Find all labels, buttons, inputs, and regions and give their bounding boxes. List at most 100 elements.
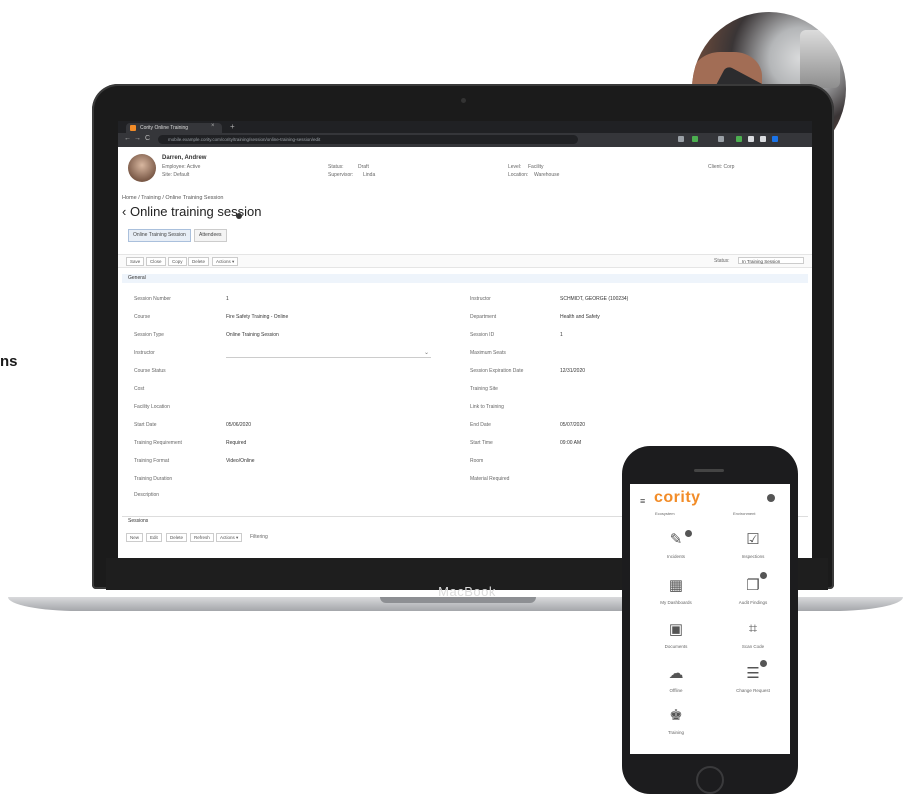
field-value[interactable]: Required bbox=[226, 440, 246, 446]
forward-icon[interactable]: → bbox=[134, 135, 141, 142]
field-label: Course Status bbox=[134, 368, 166, 374]
tile-label[interactable]: My Dashboards bbox=[651, 600, 701, 605]
avatar bbox=[128, 154, 156, 182]
field-label: Cost bbox=[134, 386, 145, 392]
webcam bbox=[461, 98, 466, 103]
instructor-select[interactable] bbox=[226, 349, 431, 358]
header-right1-label: Level: bbox=[508, 164, 522, 170]
edit-button[interactable]: Edit bbox=[146, 533, 162, 542]
field-value[interactable]: 12/31/2020 bbox=[560, 368, 585, 374]
new-tab-icon[interactable]: + bbox=[230, 122, 235, 131]
tile-label[interactable]: Audit Findings bbox=[728, 600, 778, 605]
delete-button[interactable]: Delete bbox=[188, 257, 210, 266]
tile-label[interactable]: Offline bbox=[651, 688, 701, 693]
filtering-label[interactable]: Filtering bbox=[250, 534, 268, 540]
field-label: Facility Location bbox=[134, 404, 170, 410]
extension-icon[interactable] bbox=[718, 136, 724, 142]
phone-speaker bbox=[694, 469, 724, 472]
extension-icon[interactable] bbox=[692, 136, 698, 142]
home-button[interactable] bbox=[696, 766, 724, 794]
tile-label[interactable]: Ecosystem bbox=[655, 511, 675, 516]
status-label: Status: bbox=[714, 258, 730, 264]
extension-icon[interactable] bbox=[772, 136, 778, 142]
extension-icon[interactable] bbox=[748, 136, 754, 142]
header-mid2-label: Supervisor: bbox=[328, 172, 354, 178]
status-select[interactable]: In Training Session bbox=[738, 257, 804, 264]
new-button[interactable]: New bbox=[126, 533, 144, 542]
save-button[interactable]: Save bbox=[126, 257, 145, 266]
field-label: Maximum Seats bbox=[470, 350, 506, 356]
field-value[interactable]: 09:00 AM bbox=[560, 440, 581, 446]
delete-button[interactable]: Delete bbox=[166, 533, 188, 542]
tab-online-training-session[interactable]: Online Training Session bbox=[128, 229, 191, 242]
field-label: Training Requirement bbox=[134, 440, 182, 446]
field-label: Description bbox=[134, 492, 160, 498]
chevron-down-icon[interactable]: ⌄ bbox=[424, 349, 429, 356]
close-button[interactable]: Close bbox=[146, 257, 166, 266]
actions-dropdown[interactable]: Actions ▾ bbox=[216, 533, 243, 542]
avatar[interactable] bbox=[767, 494, 775, 502]
tile-label[interactable]: Scan Code bbox=[728, 644, 778, 649]
laptop-base-notch bbox=[380, 597, 536, 603]
field-value[interactable]: SCHMIDT, GEORGE (100234) bbox=[560, 296, 628, 302]
header-far-right: Client: Corp bbox=[708, 164, 735, 170]
field-value[interactable]: 05/06/2020 bbox=[226, 422, 251, 428]
field-label: End Date bbox=[470, 422, 491, 428]
field-label: Instructor bbox=[134, 350, 155, 356]
field-value[interactable]: 1 bbox=[226, 296, 229, 302]
field-label: Department bbox=[470, 314, 497, 320]
section-general-header[interactable]: General bbox=[122, 274, 808, 283]
header-mid2-value: Linda bbox=[363, 172, 376, 178]
tile-label[interactable]: Training bbox=[651, 730, 701, 735]
field-value[interactable]: Video/Online bbox=[226, 458, 255, 464]
tile-label[interactable]: Documents bbox=[651, 644, 701, 649]
field-label: Link to Training bbox=[470, 404, 504, 410]
extension-icon[interactable] bbox=[678, 136, 684, 142]
field-value[interactable]: 05/07/2020 bbox=[560, 422, 585, 428]
extension-icon[interactable] bbox=[760, 136, 766, 142]
field-label: Training Site bbox=[470, 386, 498, 392]
copy-button[interactable]: Copy bbox=[168, 257, 187, 266]
refresh-button[interactable]: Refresh bbox=[190, 533, 214, 542]
dashboards-icon[interactable]: ▦ bbox=[661, 576, 691, 594]
scan-code-icon[interactable]: ⌗ bbox=[738, 620, 768, 637]
employee-name: Darren, Andrew bbox=[162, 155, 207, 161]
field-label: Session Expiration Date bbox=[470, 368, 524, 374]
field-label: Start Time bbox=[470, 440, 493, 446]
notification-badge bbox=[760, 660, 767, 667]
cority-logo: cority bbox=[654, 489, 701, 506]
field-value[interactable]: Fire Safety Training - Online bbox=[226, 314, 288, 320]
notification-badge bbox=[760, 572, 767, 579]
breadcrumb[interactable]: Home / Training / Online Training Sessio… bbox=[122, 195, 224, 201]
field-label: Course bbox=[134, 314, 151, 320]
header-right2-label: Location: bbox=[508, 172, 529, 178]
field-value[interactable]: Online Training Session bbox=[226, 332, 279, 338]
field-label: Session Type bbox=[134, 332, 164, 338]
extension-icon[interactable] bbox=[736, 136, 742, 142]
tile-label[interactable]: Change Request bbox=[728, 688, 778, 693]
address-bar[interactable]: mobile.example.cority.com/cority/trainin… bbox=[158, 135, 578, 144]
back-icon[interactable]: ← bbox=[124, 135, 131, 142]
hamburger-menu-icon[interactable]: ≡ bbox=[640, 496, 645, 506]
header-right2-value: Warehouse bbox=[534, 172, 560, 178]
header-line1: Employee: Active bbox=[162, 164, 201, 170]
training-icon[interactable]: ♚ bbox=[661, 706, 691, 724]
field-label: Material Required bbox=[470, 476, 510, 482]
favicon-icon bbox=[130, 125, 136, 131]
tab-attendees[interactable]: Attendees bbox=[194, 229, 227, 242]
reload-icon[interactable]: C bbox=[145, 135, 150, 142]
tile-label[interactable]: Incidents bbox=[651, 554, 701, 559]
field-value[interactable]: Health and Safety bbox=[560, 314, 600, 320]
offline-icon[interactable]: ☁ bbox=[661, 664, 691, 682]
browser-tab[interactable]: Cority Online Training bbox=[126, 123, 222, 133]
tab-close-icon[interactable]: × bbox=[211, 123, 215, 129]
field-value[interactable]: 1 bbox=[560, 332, 563, 338]
documents-icon[interactable]: ▣ bbox=[661, 620, 691, 638]
header-line2: Site: Default bbox=[162, 172, 190, 178]
tile-label[interactable]: Inspections bbox=[728, 554, 778, 559]
actions-dropdown[interactable]: Actions ▾ bbox=[212, 257, 239, 266]
header-mid1-label: Status: bbox=[328, 164, 344, 170]
back-chevron-icon[interactable]: ‹ bbox=[122, 204, 130, 219]
inspections-icon[interactable]: ☑ bbox=[738, 530, 768, 548]
tile-label[interactable]: Environment bbox=[733, 511, 755, 516]
